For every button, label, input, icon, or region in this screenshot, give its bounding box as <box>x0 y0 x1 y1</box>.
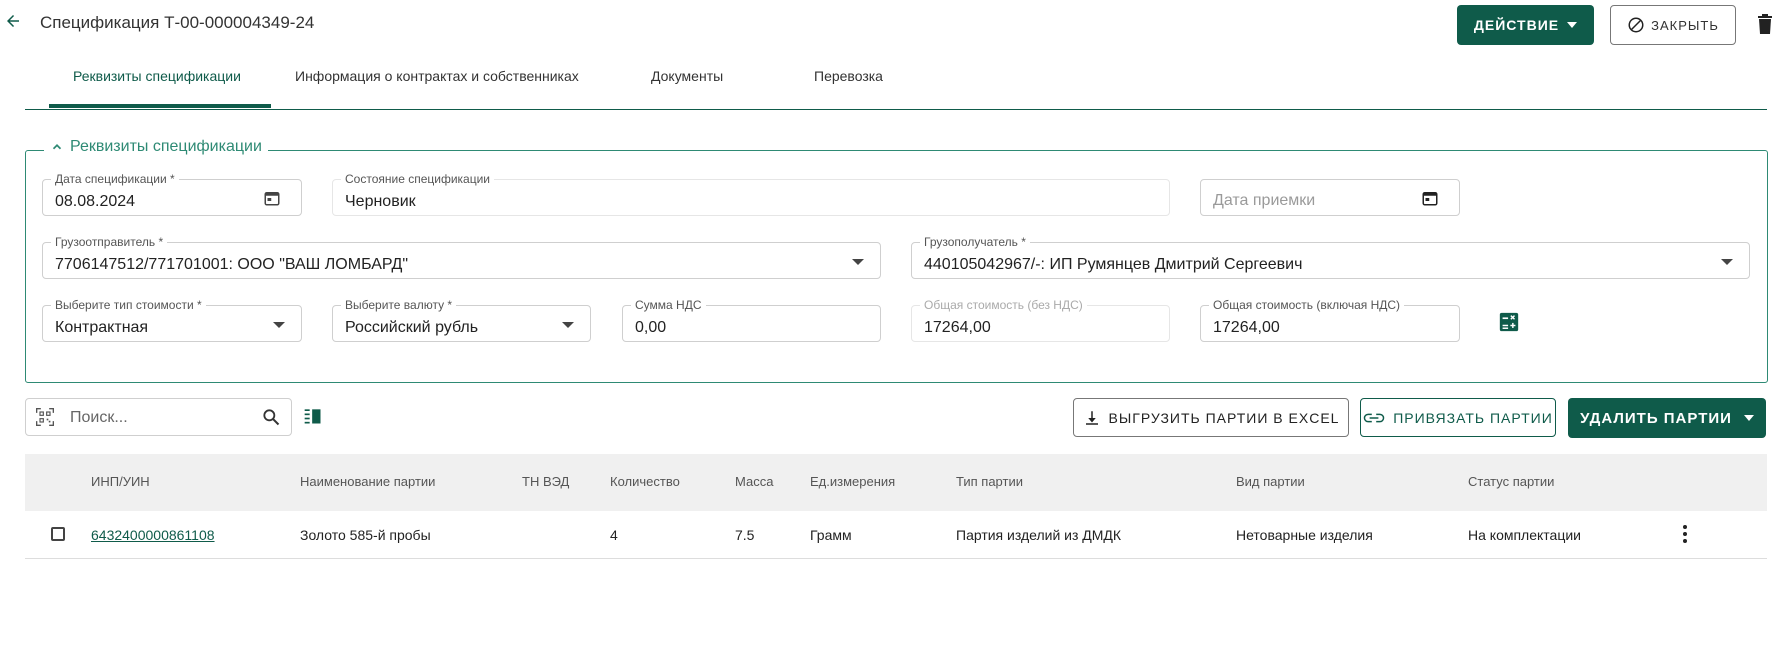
row-checkbox[interactable] <box>51 527 65 541</box>
trash-icon[interactable] <box>1757 14 1773 34</box>
shipper-label: Грузоотправитель * <box>51 235 168 249</box>
vat-sum-field[interactable]: Сумма НДС 0,00 <box>622 298 881 342</box>
col-unit[interactable]: Ед.измерения <box>810 474 895 489</box>
total-with-vat-label: Общая стоимость (включая НДС) <box>1209 298 1405 312</box>
more-vert-icon[interactable] <box>1675 523 1695 545</box>
batch-name: Золото 585-й пробы <box>300 527 431 543</box>
chevron-down-icon <box>562 322 574 328</box>
accept-date-placeholder: Дата приемки <box>1213 192 1316 209</box>
total-no-vat-field: Общая стоимость (без НДС) 17264,00 <box>911 298 1170 342</box>
spec-state-field: Состояние спецификации Черновик <box>332 172 1170 216</box>
col-tnved[interactable]: ТН ВЭД <box>522 474 569 489</box>
total-with-vat-value: 17264,00 <box>1213 319 1280 336</box>
consignee-select[interactable]: Грузополучатель * 440105042967/-: ИП Рум… <box>911 235 1750 279</box>
batch-kind: Нетоварные изделия <box>1236 527 1373 543</box>
tab-contracts-owners[interactable]: Информация о контрактах и собственниках <box>295 68 579 84</box>
col-batch-status[interactable]: Статус партии <box>1468 474 1554 489</box>
spec-date-field[interactable]: Дата спецификации * 08.08.2024 <box>42 172 302 216</box>
chevron-down-icon <box>1567 22 1578 28</box>
batch-type: Партия изделий из ДМДК <box>956 527 1122 543</box>
column-settings-icon[interactable] <box>303 406 323 426</box>
vat-sum-label: Сумма НДС <box>631 298 706 312</box>
delete-batches-button[interactable]: УДАЛИТЬ ПАРТИИ <box>1568 398 1766 438</box>
spec-state-label: Состояние спецификации <box>341 172 495 186</box>
batch-id-link[interactable]: 6432400000861108 <box>91 527 215 543</box>
col-mass[interactable]: Масса <box>735 474 773 489</box>
search-box <box>25 398 292 436</box>
close-button-label: ЗАКРЫТЬ <box>1651 17 1719 33</box>
batch-quantity: 4 <box>610 527 618 543</box>
total-no-vat-value: 17264,00 <box>924 319 991 336</box>
consignee-value: 440105042967/-: ИП Румянцев Дмитрий Серг… <box>924 256 1303 273</box>
link-batches-label: ПРИВЯЗАТЬ ПАРТИИ <box>1393 409 1553 426</box>
section-toggle[interactable]: Реквизиты спецификации <box>44 138 268 156</box>
delete-batches-label: УДАЛИТЬ ПАРТИИ <box>1580 409 1732 427</box>
section-title: Реквизиты спецификации <box>70 138 262 155</box>
col-batch-name[interactable]: Наименование партии <box>300 474 435 489</box>
currency-label: Выберите валюту * <box>341 298 457 312</box>
col-quantity[interactable]: Количество <box>610 474 680 489</box>
export-excel-button[interactable]: ВЫГРУЗИТЬ ПАРТИИ В EXCEL <box>1073 398 1349 437</box>
batch-mass: 7.5 <box>735 527 755 543</box>
block-icon <box>1628 17 1644 33</box>
action-button[interactable]: ДЕЙСТВИЕ <box>1457 5 1594 45</box>
batch-unit: Грамм <box>810 527 852 543</box>
table-row[interactable]: 6432400000861108 Золото 585-й пробы 4 7.… <box>25 511 1767 559</box>
tab-specification-details[interactable]: Реквизиты спецификации <box>73 68 241 84</box>
consignee-label: Грузополучатель * <box>920 235 1030 249</box>
spec-state-value: Черновик <box>345 193 416 210</box>
chevron-down-icon <box>852 259 864 265</box>
col-batch-type[interactable]: Тип партии <box>956 474 1023 489</box>
cost-type-value: Контрактная <box>55 319 149 336</box>
col-batch-kind[interactable]: Вид партии <box>1236 474 1305 489</box>
chevron-down-icon <box>1721 259 1733 265</box>
page-title: Спецификация Т-00-000004349-24 <box>40 13 315 32</box>
tabs-divider <box>25 109 1767 110</box>
download-icon <box>1085 410 1098 425</box>
chevron-down-icon <box>1743 415 1754 421</box>
shipper-value: 7706147512/771701001: ООО "ВАШ ЛОМБАРД" <box>55 256 408 273</box>
col-inp-uin[interactable]: ИНП/УИН <box>91 474 150 489</box>
batch-status: На комплектации <box>1468 527 1581 543</box>
shipper-select[interactable]: Грузоотправитель * 7706147512/771701001:… <box>42 235 881 279</box>
calendar-icon[interactable] <box>263 189 281 207</box>
back-arrow-icon[interactable] <box>4 12 22 30</box>
total-no-vat-label: Общая стоимость (без НДС) <box>920 298 1087 312</box>
chevron-up-icon <box>52 144 62 150</box>
cost-type-label: Выберите тип стоимости * <box>51 298 206 312</box>
total-with-vat-field[interactable]: Общая стоимость (включая НДС) 17264,00 <box>1200 298 1460 342</box>
accept-date-field[interactable]: Дата приемки <box>1200 179 1460 216</box>
currency-select[interactable]: Выберите валюту * Российский рубль <box>332 298 591 342</box>
vat-sum-value: 0,00 <box>635 319 667 336</box>
search-input[interactable] <box>68 405 252 431</box>
cost-type-select[interactable]: Выберите тип стоимости * Контрактная <box>42 298 302 342</box>
currency-value: Российский рубль <box>345 319 479 336</box>
link-batches-button[interactable]: ПРИВЯЗАТЬ ПАРТИИ <box>1360 398 1556 437</box>
tab-transportation[interactable]: Перевозка <box>814 68 883 84</box>
calculator-icon[interactable] <box>1498 311 1520 333</box>
export-excel-label: ВЫГРУЗИТЬ ПАРТИИ В EXCEL <box>1108 409 1340 426</box>
active-tab-indicator <box>49 104 271 108</box>
calendar-icon[interactable] <box>1421 189 1439 207</box>
close-button[interactable]: ЗАКРЫТЬ <box>1610 5 1736 45</box>
table-header: ИНП/УИН Наименование партии ТН ВЭД Колич… <box>25 454 1767 511</box>
action-button-label: ДЕЙСТВИЕ <box>1473 17 1560 33</box>
chevron-down-icon <box>273 322 285 328</box>
qr-scan-icon[interactable] <box>35 407 55 427</box>
spec-date-value: 08.08.2024 <box>55 193 136 210</box>
spec-date-label: Дата спецификации * <box>51 172 179 186</box>
tab-documents[interactable]: Документы <box>651 68 723 84</box>
link-icon <box>1363 413 1385 422</box>
search-icon[interactable] <box>261 407 281 427</box>
